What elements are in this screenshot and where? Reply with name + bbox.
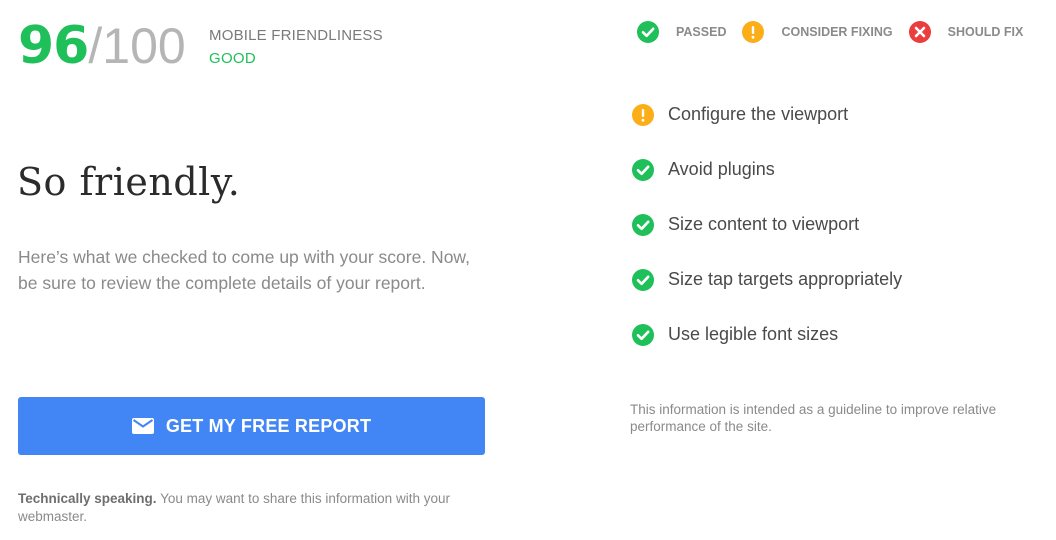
check-label: Size content to viewport xyxy=(668,214,860,234)
check-label: Use legible font sizes xyxy=(668,324,839,344)
check-item-tap-targets: Size tap targets appropriately xyxy=(632,252,902,307)
legend-label: CONSIDER FIXING xyxy=(781,25,893,39)
score-max: /100 xyxy=(88,18,186,74)
check-label: Size tap targets appropriately xyxy=(668,269,903,289)
check-label: Avoid plugins xyxy=(668,159,775,179)
exclamation-circle-icon xyxy=(632,103,654,126)
status-legend: PASSED CONSIDER FIXING SHOULD FIX xyxy=(637,21,1039,43)
mail-icon xyxy=(131,418,154,434)
check-circle-icon xyxy=(632,213,654,236)
headline: So friendly. xyxy=(17,160,241,204)
legend-label: SHOULD FIX xyxy=(947,25,1024,39)
check-label: Configure the viewport xyxy=(668,104,849,124)
check-item-avoid-plugins: Avoid plugins xyxy=(632,142,902,197)
score-title: MOBILE FRIENDLINESS xyxy=(209,27,383,44)
check-item-configure-viewport: Configure the viewport xyxy=(632,87,902,142)
tech-note: Technically speaking. You may want to sh… xyxy=(18,490,488,526)
score-display: 96 /100 xyxy=(18,16,186,76)
score-labels: MOBILE FRIENDLINESS GOOD xyxy=(209,27,383,67)
exclamation-circle-icon xyxy=(742,21,765,43)
tech-note-bold: Technically speaking. xyxy=(18,491,157,506)
get-free-report-label: GET MY FREE REPORT xyxy=(165,415,372,436)
check-item-size-content: Size content to viewport xyxy=(632,197,902,252)
checks-list: Configure the viewport Avoid plugins Siz… xyxy=(632,87,902,362)
legend-passed: PASSED xyxy=(637,21,726,43)
intro-text: Here’s what we checked to come up with y… xyxy=(18,247,470,293)
score-value: 96 xyxy=(18,16,89,76)
check-circle-icon xyxy=(632,158,654,181)
legend-consider: CONSIDER FIXING xyxy=(742,21,893,43)
check-circle-icon xyxy=(637,21,659,43)
check-item-legible-fonts: Use legible font sizes xyxy=(632,307,902,362)
disclaimer: This information is intended as a guidel… xyxy=(630,402,997,434)
score-rating: GOOD xyxy=(209,50,257,67)
check-circle-icon xyxy=(632,323,654,346)
legend-should-fix: SHOULD FIX xyxy=(908,21,1024,43)
get-free-report-button[interactable]: GET MY FREE REPORT xyxy=(18,397,485,455)
check-circle-icon xyxy=(632,268,654,291)
legend-label: PASSED xyxy=(676,25,727,39)
x-circle-icon xyxy=(908,21,931,43)
